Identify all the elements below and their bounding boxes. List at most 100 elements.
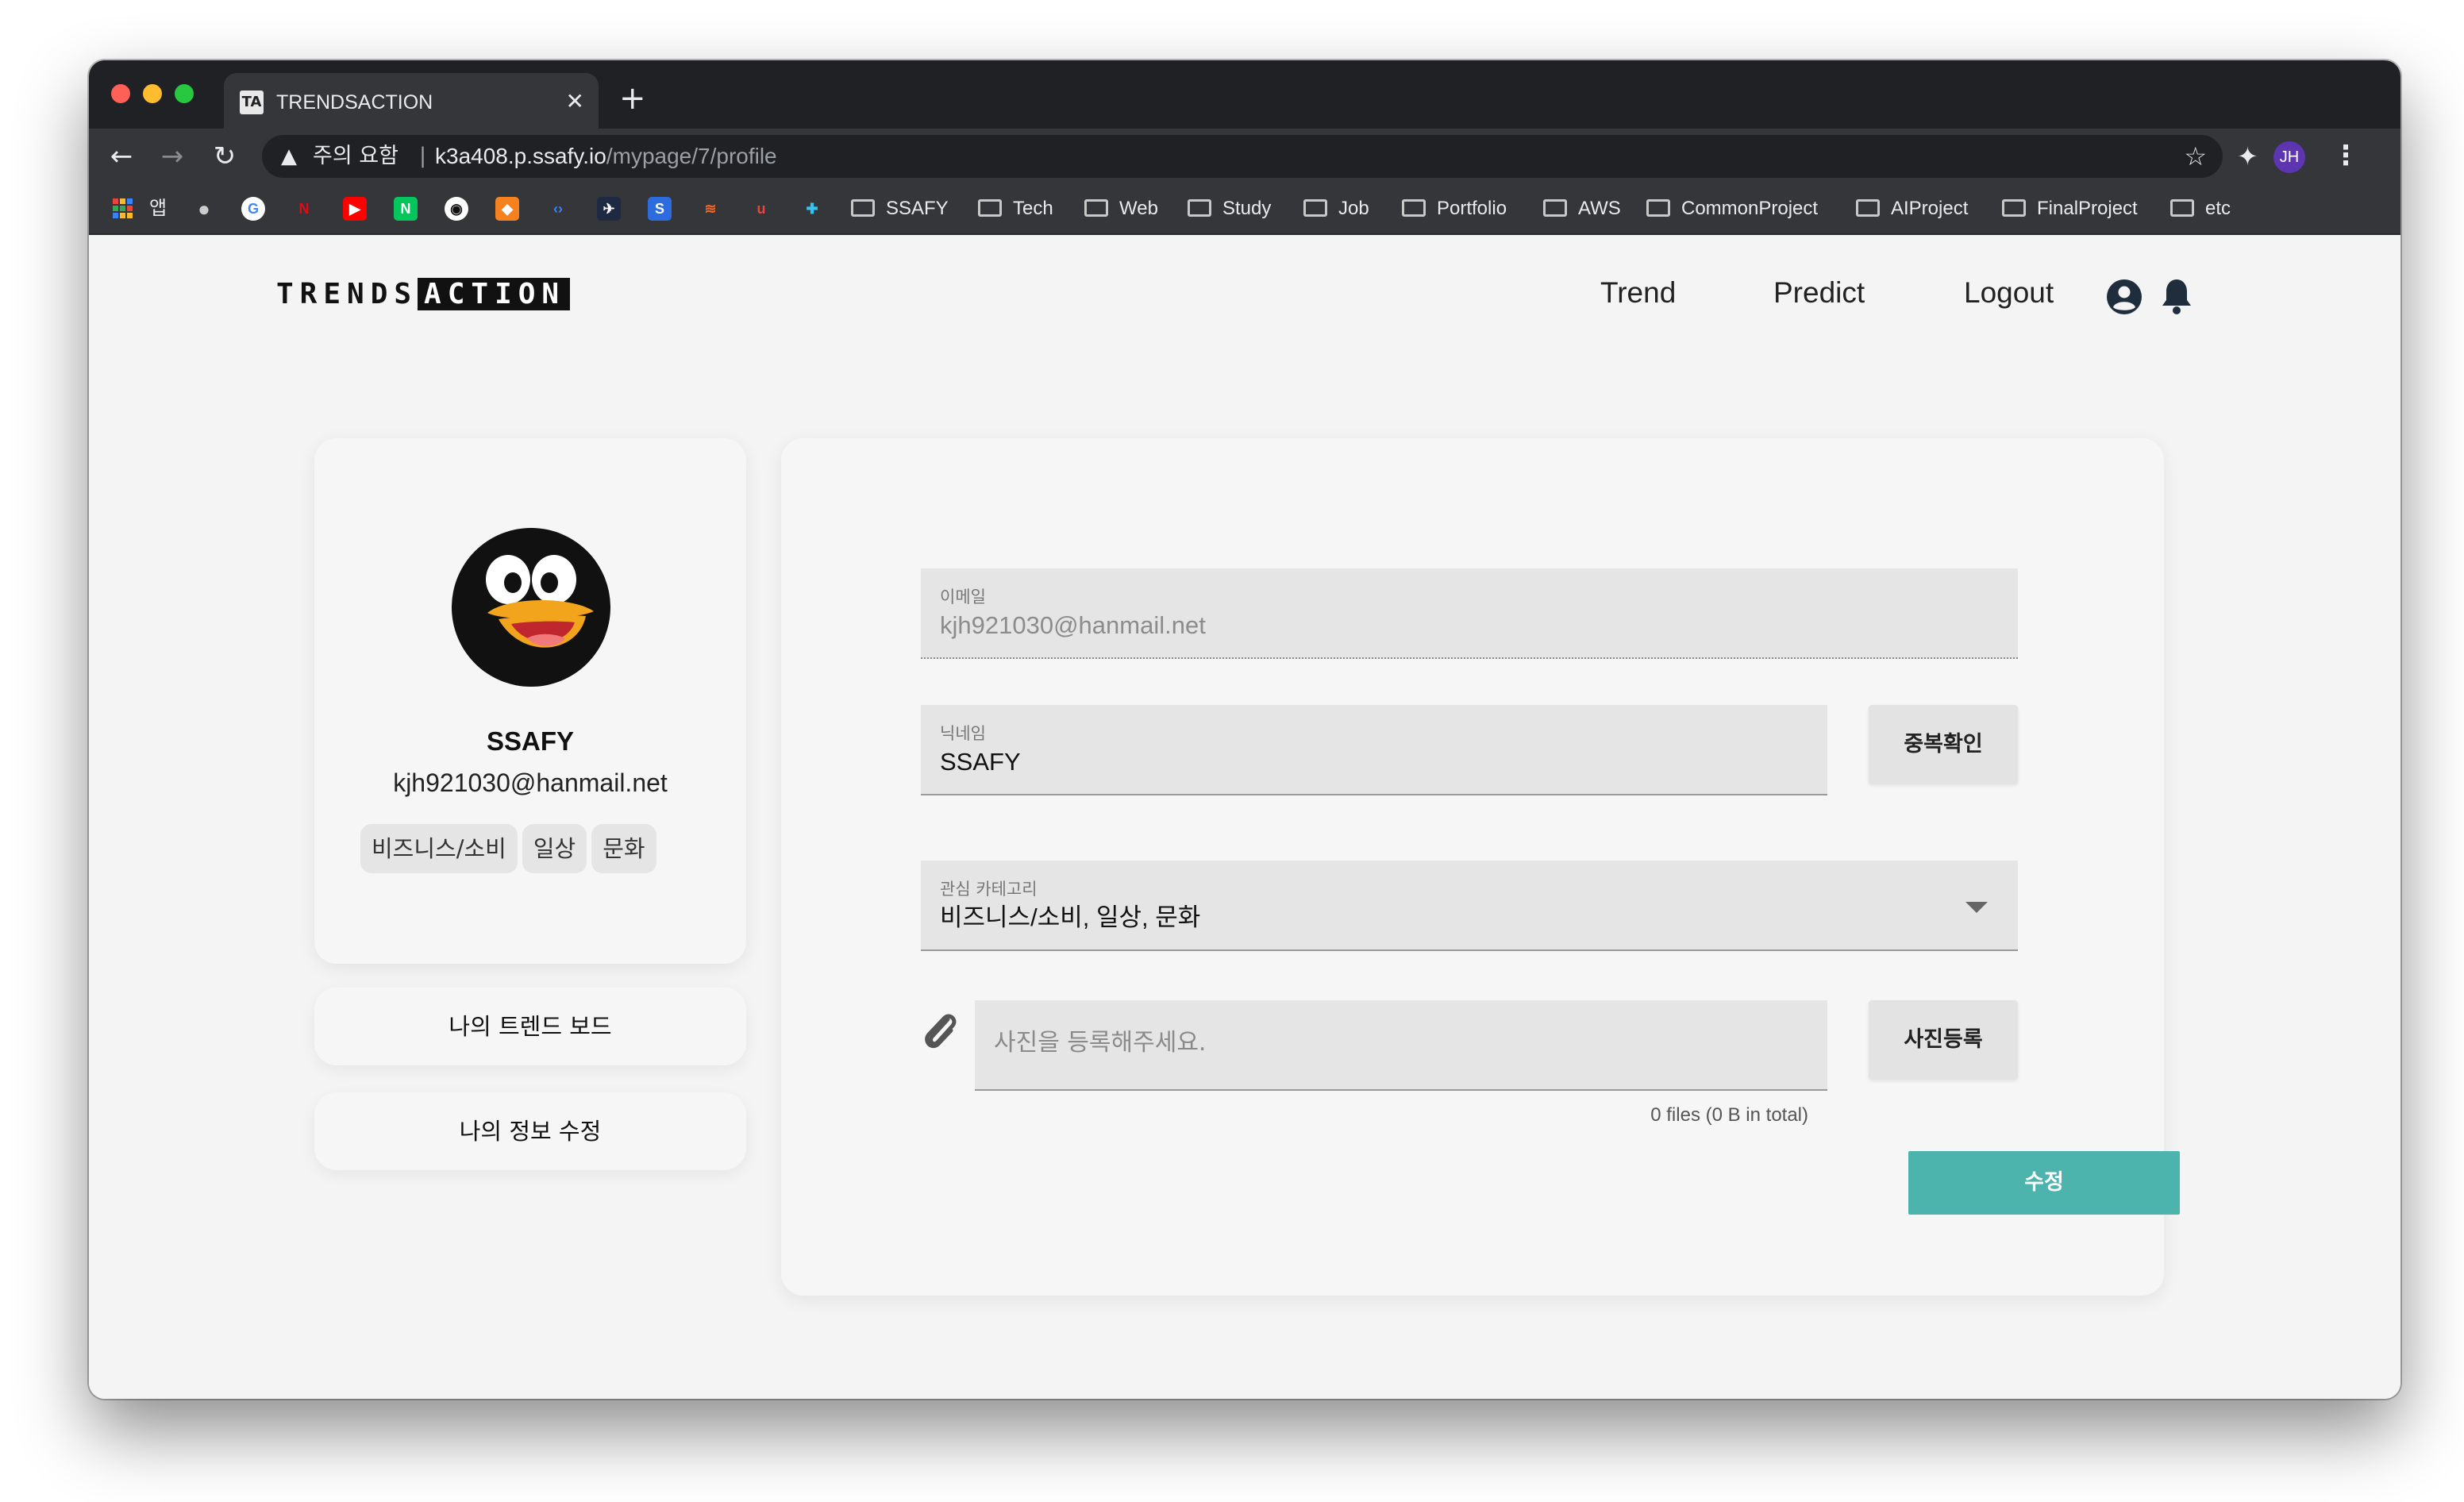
naver-icon[interactable]: N bbox=[394, 197, 418, 221]
tab-title: TRENDSACTION bbox=[276, 91, 433, 114]
nav-predict-link[interactable]: Predict bbox=[1773, 275, 1865, 311]
user-account-icon[interactable] bbox=[2105, 278, 2143, 316]
folder-icon bbox=[851, 199, 875, 217]
email-value: kjh921030@hanmail.net bbox=[940, 611, 1206, 639]
bookmark-folder-ssafy[interactable]: SSAFY bbox=[851, 195, 949, 222]
google-icon[interactable]: G bbox=[241, 197, 265, 221]
bookmark-folder-label: FinalProject bbox=[2037, 198, 2138, 219]
bookmark-folder-label: Portfolio bbox=[1437, 198, 1507, 219]
bookmark-apps-label[interactable]: 앱 bbox=[149, 195, 167, 222]
bookmark-folder-label: Tech bbox=[1013, 198, 1053, 219]
tab-favicon-icon: TA bbox=[240, 91, 264, 114]
duplicate-check-button[interactable]: 중복확인 bbox=[1869, 705, 2018, 784]
url-separator: | bbox=[419, 144, 427, 168]
profile-email: kjh921030@hanmail.net bbox=[393, 768, 668, 797]
bookmark-folder-etc[interactable]: etc bbox=[2170, 195, 2231, 222]
bookmark-folder-study[interactable]: Study bbox=[1188, 195, 1271, 222]
category-select[interactable]: 관심 카테고리 비즈니스/소비, 일상, 문화 bbox=[921, 861, 2018, 951]
folder-icon bbox=[1303, 199, 1327, 217]
bookmark-folder-label: SSAFY bbox=[886, 198, 949, 219]
github-icon[interactable]: ◉ bbox=[445, 197, 468, 221]
profile-tags: 비즈니스/소비 일상 문화 bbox=[360, 824, 656, 873]
bookmark-folder-aiproject[interactable]: AIProject bbox=[1856, 195, 1968, 222]
folder-icon bbox=[2002, 199, 2026, 217]
nav-trend-link[interactable]: Trend bbox=[1600, 275, 1676, 311]
profile-avatar-button[interactable]: JH bbox=[2273, 141, 2305, 173]
bookmark-folder-finalproject[interactable]: FinalProject bbox=[2002, 195, 2138, 222]
bookmarks-bar: 앱 ● G N ▶ N ◉ ◆ ‹› ✈ S ≋ u ✚ SSAFY Tech … bbox=[89, 184, 2400, 235]
my-trend-board-button[interactable]: 나의 트렌드 보드 bbox=[314, 988, 746, 1065]
folder-icon bbox=[1084, 199, 1108, 217]
apps-grid-icon[interactable] bbox=[111, 197, 135, 221]
folder-icon bbox=[1856, 199, 1880, 217]
close-tab-icon[interactable]: ✕ bbox=[566, 87, 584, 116]
paperclip-icon[interactable] bbox=[921, 1010, 961, 1053]
browser-toolbar: ← → ↻ ▲ 주의 요함 | k3a408.p.ssafy.io/mypage… bbox=[89, 129, 2400, 184]
email-label: 이메일 bbox=[940, 587, 986, 607]
s-app-icon[interactable]: S bbox=[648, 197, 672, 221]
nav-logout-link[interactable]: Logout bbox=[1964, 275, 2054, 311]
profile-name: SSAFY bbox=[486, 726, 575, 756]
dropdown-arrow-icon[interactable] bbox=[1965, 902, 1988, 913]
nickname-label: 닉네임 bbox=[940, 724, 986, 743]
aws-cube-icon[interactable]: ◆ bbox=[495, 197, 519, 221]
apple-icon[interactable]: ● bbox=[192, 197, 216, 221]
tag-chip: 문화 bbox=[591, 824, 656, 873]
nickname-input[interactable]: 닉네임 SSAFY bbox=[921, 705, 1827, 795]
site-logo[interactable]: TRENDS ACTION bbox=[276, 276, 571, 313]
extensions-puzzle-icon[interactable]: ✦ bbox=[2237, 140, 2258, 173]
browser-titlebar: TA TRENDSACTION ✕ + bbox=[89, 60, 2400, 129]
email-field: 이메일 kjh921030@hanmail.net bbox=[921, 568, 2018, 659]
logo-text-right: ACTION bbox=[418, 278, 571, 310]
bookmark-folder-web[interactable]: Web bbox=[1084, 195, 1158, 222]
stackoverflow-icon[interactable]: ≋ bbox=[699, 197, 722, 221]
tag-chip: 비즈니스/소비 bbox=[360, 824, 518, 873]
bookmark-folder-aws[interactable]: AWS bbox=[1543, 195, 1621, 222]
maximize-window-button[interactable] bbox=[175, 84, 194, 103]
youtube-icon[interactable]: ▶ bbox=[343, 197, 367, 221]
nickname-value: SSAFY bbox=[940, 748, 1021, 776]
back-arrow-icon[interactable]: ← bbox=[105, 140, 138, 173]
minimize-window-button[interactable] bbox=[143, 84, 162, 103]
new-tab-icon[interactable]: + bbox=[619, 79, 646, 117]
logo-text-left: TRENDS bbox=[276, 278, 418, 310]
bookmark-folder-label: etc bbox=[2205, 198, 2231, 219]
folder-icon bbox=[978, 199, 1002, 217]
bookmark-folder-label: CommonProject bbox=[1681, 198, 1819, 219]
category-value: 비즈니스/소비, 일상, 문화 bbox=[940, 903, 1201, 931]
category-label: 관심 카테고리 bbox=[940, 880, 1038, 899]
folder-icon bbox=[1646, 199, 1670, 217]
close-window-button[interactable] bbox=[111, 84, 130, 103]
bookmark-folder-label: AWS bbox=[1578, 198, 1621, 219]
photo-upload-button[interactable]: 사진등록 bbox=[1869, 1000, 2018, 1080]
url-path: /mypage/7/profile bbox=[606, 144, 777, 168]
bookmark-folder-label: Web bbox=[1119, 198, 1158, 219]
folder-icon bbox=[1543, 199, 1567, 217]
udemy-icon[interactable]: u bbox=[749, 197, 773, 221]
photo-placeholder: 사진을 등록해주세요. bbox=[994, 1029, 1207, 1057]
reload-icon[interactable]: ↻ bbox=[208, 140, 241, 173]
address-bar[interactable]: ▲ 주의 요함 | k3a408.p.ssafy.io/mypage/7/pro… bbox=[262, 135, 2223, 178]
slack-icon[interactable]: ✚ bbox=[800, 197, 824, 221]
bookmark-folder-commonproject[interactable]: CommonProject bbox=[1646, 195, 1818, 222]
browser-tab[interactable]: TA TRENDSACTION ✕ bbox=[224, 73, 599, 129]
code-icon[interactable]: ‹› bbox=[546, 197, 570, 221]
notification-bell-icon[interactable] bbox=[2158, 276, 2196, 316]
bookmark-star-icon[interactable]: ☆ bbox=[2184, 141, 2207, 171]
jira-icon[interactable]: ✈ bbox=[597, 197, 621, 221]
folder-icon bbox=[1402, 199, 1426, 217]
bookmark-folder-tech[interactable]: Tech bbox=[978, 195, 1053, 222]
netflix-icon[interactable]: N bbox=[292, 197, 316, 221]
edit-my-info-button[interactable]: 나의 정보 수정 bbox=[314, 1092, 746, 1170]
security-warning[interactable]: 주의 요함 bbox=[313, 143, 398, 170]
file-count-text: 0 files (0 B in total) bbox=[1650, 1104, 1808, 1126]
browser-menu-icon[interactable]: ⋮ bbox=[2332, 138, 2359, 173]
bookmark-folder-label: Job bbox=[1338, 198, 1369, 219]
forward-arrow-icon[interactable]: → bbox=[156, 140, 189, 173]
folder-icon bbox=[1188, 199, 1211, 217]
url-text[interactable]: k3a408.p.ssafy.io/mypage/7/profile bbox=[435, 143, 777, 170]
bookmark-folder-portfolio[interactable]: Portfolio bbox=[1402, 195, 1507, 222]
submit-edit-button[interactable]: 수정 bbox=[1908, 1151, 2180, 1215]
bookmark-folder-job[interactable]: Job bbox=[1303, 195, 1369, 222]
photo-file-input[interactable]: 사진을 등록해주세요. bbox=[975, 1000, 1827, 1091]
